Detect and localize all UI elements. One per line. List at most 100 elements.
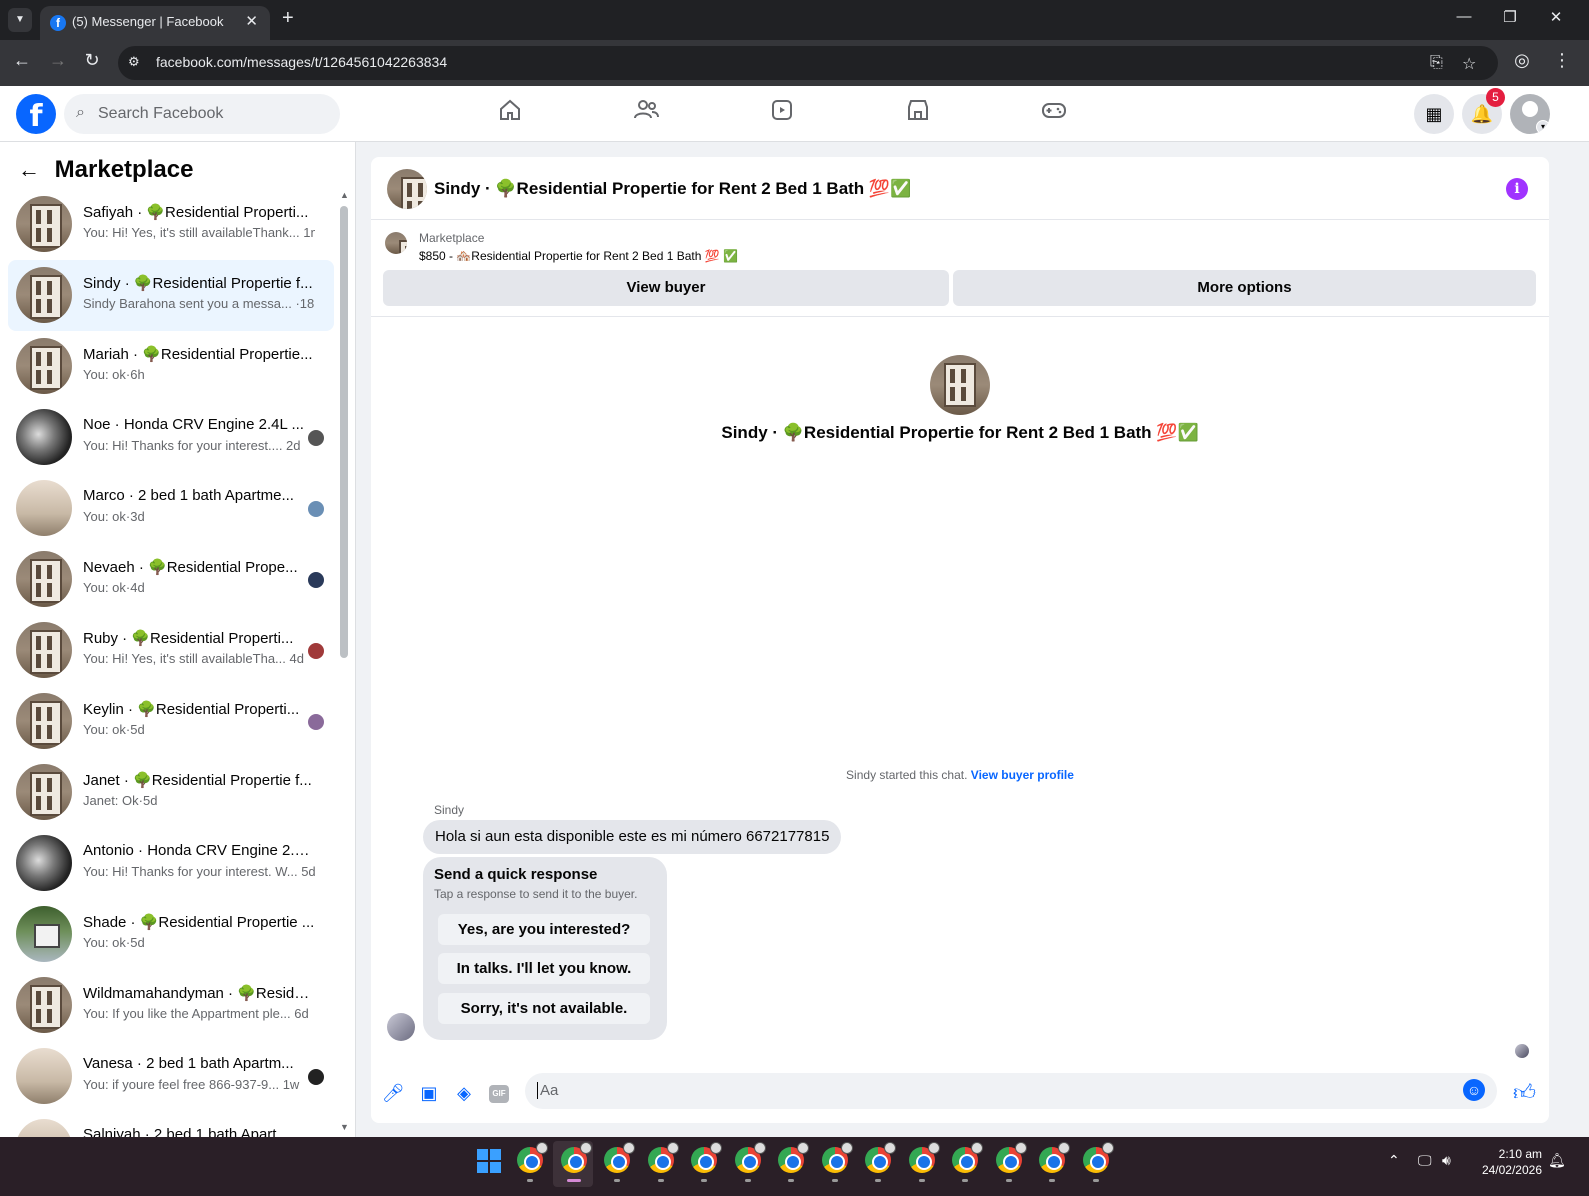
thumbs-up-icon[interactable]: 👍︎: [1513, 1079, 1536, 1106]
conversation-item[interactable]: Noe · Honda CRV Engine 2.4L ... You: Hi! …: [8, 402, 334, 473]
new-tab-icon[interactable]: +: [282, 7, 294, 30]
conversation-item[interactable]: Sindy · 🌳Residential Propertie f... Sindy…: [8, 260, 334, 331]
url-text[interactable]: facebook.com/messages/t/1264561042263834: [156, 54, 447, 70]
profile-badge-icon: [840, 1142, 853, 1154]
conversation-item[interactable]: Vanesa · 2 bed 1 bath Apartm... You: if y…: [8, 1041, 334, 1112]
tray-overflow-icon[interactable]: ⌃: [1388, 1152, 1400, 1169]
chrome-taskbar-icon[interactable]: [821, 1142, 853, 1182]
conversation-name: Sindy · 🌳Residential Propertie f...: [83, 275, 313, 292]
chrome-taskbar-icon[interactable]: [1039, 1142, 1070, 1182]
conversation-name: Wildmamahandyman · 🌳Reside...: [83, 985, 315, 1002]
listing-price-title[interactable]: $850 - 🏘️Residential Propertie for Rent …: [419, 249, 738, 263]
chrome-taskbar-icon[interactable]: [734, 1142, 766, 1182]
notification-center-icon[interactable]: 🔔︎: [1548, 1152, 1566, 1169]
system-clock[interactable]: 2:10 am 24/02/2026: [1470, 1146, 1542, 1178]
profile-badge-icon: [666, 1142, 679, 1154]
conversation-item[interactable]: Mariah · 🌳Residential Propertie... You: o…: [8, 331, 334, 402]
conversation-item[interactable]: Keylin · 🌳Residential Properti... You: ok…: [8, 686, 334, 757]
chat-panel: Sindy · 🌳Residential Propertie for Rent …: [371, 157, 1549, 1123]
tab-search-icon[interactable]: ▼: [8, 8, 32, 32]
scroll-down-icon[interactable]: ▼: [340, 1122, 349, 1132]
home-icon[interactable]: [490, 98, 530, 130]
install-app-icon[interactable]: ⎘: [1430, 54, 1443, 72]
chrome-taskbar-icon[interactable]: [604, 1142, 635, 1182]
close-window-icon[interactable]: ✕: [1546, 8, 1566, 26]
menu-grid-icon[interactable]: ▦: [1414, 94, 1454, 134]
gaming-icon[interactable]: [1034, 98, 1074, 130]
chat-started-notice: Sindy started this chat. View buyer prof…: [371, 768, 1549, 782]
conversation-thumbnail: [16, 1119, 72, 1137]
windows-start-icon[interactable]: [477, 1149, 501, 1173]
sender-avatar[interactable]: [387, 1013, 415, 1041]
conversation-item[interactable]: Safiyah · 🌳Residential Properti... You: H…: [8, 189, 334, 260]
intro-avatar[interactable]: [930, 355, 990, 415]
chrome-taskbar-icon[interactable]: [865, 1142, 896, 1182]
site-info-icon[interactable]: ⚙: [128, 54, 140, 70]
quick-response-subtitle: Tap a response to send it to the buyer.: [434, 887, 638, 901]
emoji-icon[interactable]: ☺: [1463, 1079, 1485, 1101]
video-icon[interactable]: [762, 98, 802, 130]
minimize-icon[interactable]: —: [1454, 8, 1474, 25]
conversation-item[interactable]: Antonio · Honda CRV Engine 2.4... You: Hi…: [8, 828, 334, 899]
scroll-up-icon[interactable]: ▲: [340, 190, 349, 200]
profile-badge-icon: [1101, 1142, 1114, 1154]
info-icon[interactable]: i: [1506, 178, 1528, 200]
view-buyer-profile-link[interactable]: View buyer profile: [971, 768, 1074, 782]
network-icon[interactable]: 🖵: [1418, 1152, 1432, 1169]
chrome-taskbar-icon[interactable]: [691, 1142, 722, 1182]
quick-reply-interested-button[interactable]: Yes, are you interested?: [438, 914, 650, 945]
attach-photo-icon[interactable]: ▣: [417, 1083, 441, 1107]
chat-avatar[interactable]: [387, 169, 427, 209]
conversation-item[interactable]: Shade · 🌳Residential Propertie ... You: o…: [8, 899, 334, 970]
listing-thumbnail[interactable]: [385, 232, 407, 254]
tab-close-icon[interactable]: ✕: [245, 12, 258, 30]
sidebar-scrollbar[interactable]: [340, 206, 348, 658]
chrome-taskbar-icon[interactable]: [778, 1142, 809, 1182]
listing-banner: Marketplace $850 - 🏘️Residential Propert…: [371, 220, 1549, 317]
profile-icon[interactable]: ◎: [1510, 50, 1534, 71]
conversation-item[interactable]: Marco · 2 bed 1 bath Apartme... You: ok·3…: [8, 473, 334, 544]
running-indicator: [527, 1179, 533, 1182]
conversation-item[interactable]: Nevaeh · 🌳Residential Prope... You: ok·4d: [8, 544, 334, 615]
chrome-taskbar-icon[interactable]: [995, 1142, 1027, 1182]
chrome-taskbar-icon[interactable]: [1082, 1142, 1114, 1182]
seen-avatar: [308, 1069, 324, 1085]
more-options-button[interactable]: More options: [953, 270, 1536, 306]
conversation-item[interactable]: Salniyah · 2 bed 1 bath Apart...: [8, 1112, 334, 1137]
facebook-logo-icon[interactable]: f: [16, 94, 56, 134]
quick-reply-not-available-button[interactable]: Sorry, it's not available.: [438, 993, 650, 1024]
back-arrow-icon[interactable]: ←: [18, 157, 48, 183]
gif-icon[interactable]: GIF: [489, 1085, 509, 1103]
message-bubble[interactable]: Hola si aun esta disponible este es mi n…: [423, 820, 842, 854]
conversation-item[interactable]: Ruby · 🌳Residential Properti... You: Hi! …: [8, 615, 334, 686]
restore-icon[interactable]: ❐: [1500, 8, 1520, 26]
reload-icon[interactable]: ↻: [80, 50, 104, 71]
conversation-item[interactable]: Wildmamahandyman · 🌳Reside... You: If you…: [8, 970, 334, 1041]
view-buyer-button[interactable]: View buyer: [383, 270, 949, 306]
account-avatar[interactable]: ▾: [1510, 94, 1550, 134]
microphone-icon[interactable]: 🎤︎: [381, 1083, 405, 1107]
volume-icon[interactable]: 🔊︎: [1442, 1152, 1451, 1169]
conversation-name: Keylin · 🌳Residential Properti...: [83, 701, 300, 718]
chrome-taskbar-icon[interactable]: [647, 1142, 679, 1182]
browser-menu-icon[interactable]: ⋮: [1550, 50, 1574, 71]
back-icon[interactable]: ←: [10, 50, 34, 71]
message-input[interactable]: Aa ☺: [525, 1073, 1497, 1109]
marketplace-icon[interactable]: [898, 98, 938, 130]
omnibox[interactable]: ⚙ facebook.com/messages/t/12645610422638…: [118, 46, 1498, 80]
forward-icon[interactable]: →: [46, 50, 70, 71]
bookmark-star-icon[interactable]: ☆: [1462, 54, 1476, 74]
search-input[interactable]: ⌕ Search Facebook: [64, 94, 340, 134]
conversation-thumbnail: [16, 693, 72, 749]
browser-tab[interactable]: f (5) Messenger | Facebook ✕: [40, 6, 270, 40]
chrome-taskbar-icon[interactable]: [952, 1142, 983, 1182]
friends-icon[interactable]: [626, 98, 666, 130]
chat-title[interactable]: Sindy · 🌳Residential Propertie for Rent …: [434, 179, 911, 199]
conversation-preview: You: ok·5d: [83, 722, 145, 737]
chrome-taskbar-icon[interactable]: [560, 1142, 592, 1182]
conversation-item[interactable]: Janet · 🌳Residential Propertie f... Janet…: [8, 757, 334, 828]
chrome-taskbar-icon[interactable]: [908, 1142, 940, 1182]
chrome-taskbar-icon[interactable]: [517, 1142, 548, 1182]
quick-reply-in-talks-button[interactable]: In talks. I'll let you know.: [438, 953, 650, 984]
sticker-icon[interactable]: ◈: [452, 1083, 476, 1107]
